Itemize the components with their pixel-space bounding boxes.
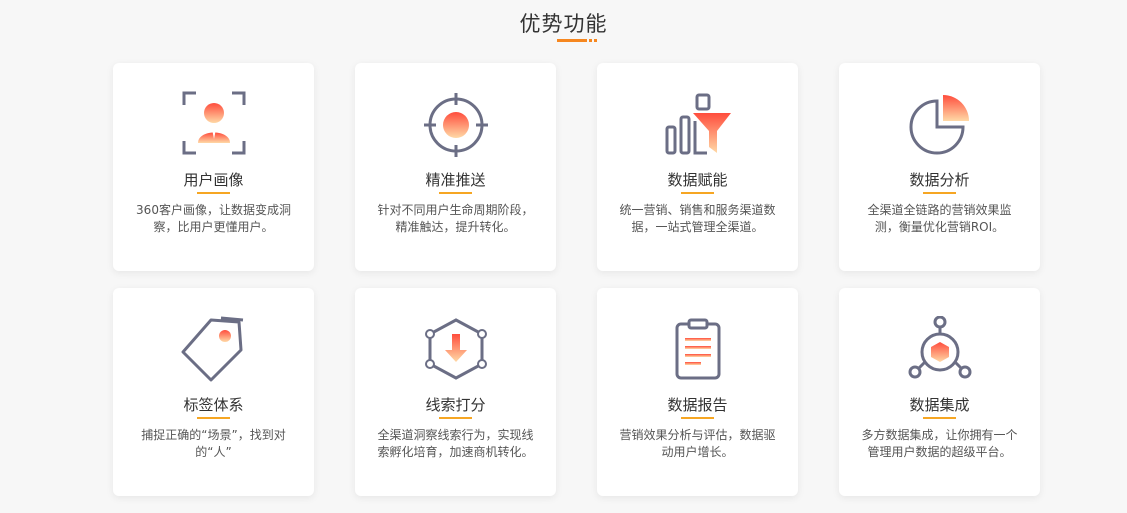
tag-icon — [181, 316, 243, 382]
feature-card-data-empower[interactable]: 数据赋能 统一营销、销售和服务渠道数据，一站式管理全渠道。 — [597, 63, 798, 271]
feature-card-data-analysis[interactable]: 数据分析 全渠道全链路的营销效果监测，衡量优化营销ROI。 — [839, 63, 1040, 271]
feature-card-user-profile[interactable]: 用户画像 360客户画像，让数据变成洞察，比用户更懂用户。 — [113, 63, 314, 271]
card-underline — [439, 417, 472, 419]
feature-card-data-report[interactable]: 数据报告 营销效果分析与评估，数据驱动用户增长。 — [597, 288, 798, 496]
card-title: 数据集成 — [909, 396, 970, 414]
report-clipboard-icon — [675, 318, 720, 380]
card-underline — [197, 192, 230, 194]
card-description: 捕捉正确的“场景”，找到对的“人” — [141, 428, 286, 459]
user-profile-icon — [182, 91, 245, 155]
card-title: 数据报告 — [667, 396, 728, 414]
card-underline — [197, 417, 230, 419]
data-integration-icon — [908, 316, 971, 379]
data-funnel-icon — [665, 93, 731, 155]
card-underline — [439, 192, 472, 194]
card-underline — [923, 192, 956, 194]
card-underline — [923, 417, 956, 419]
title-underline — [557, 39, 597, 43]
target-icon — [423, 93, 488, 157]
card-title: 数据分析 — [909, 171, 970, 189]
card-title: 精准推送 — [425, 171, 486, 189]
card-description: 针对不同用户生命周期阶段，精准触达，提升转化。 — [377, 203, 534, 234]
card-description: 营销效果分析与评估，数据驱动用户增长。 — [619, 428, 776, 459]
card-title: 数据赋能 — [667, 171, 728, 189]
card-title: 线索打分 — [425, 396, 486, 414]
feature-card-data-integration[interactable]: 数据集成 多方数据集成，让你拥有一个管理用户数据的超级平台。 — [839, 288, 1040, 496]
card-description: 360客户画像，让数据变成洞察，比用户更懂用户。 — [136, 203, 291, 234]
card-description: 全渠道洞察线索行为，实现线索孵化培育，加速商机转化。 — [377, 428, 534, 459]
feature-card-tag-system[interactable]: 标签体系 捕捉正确的“场景”，找到对的“人” — [113, 288, 314, 496]
card-title: 标签体系 — [183, 396, 244, 414]
card-title: 用户画像 — [183, 171, 244, 189]
section-title: 优势功能 — [519, 12, 608, 36]
card-underline — [681, 192, 714, 194]
feature-card-lead-scoring[interactable]: 线索打分 全渠道洞察线索行为，实现线索孵化培育，加速商机转化。 — [355, 288, 556, 496]
card-underline — [681, 417, 714, 419]
feature-card-precise-push[interactable]: 精准推送 针对不同用户生命周期阶段，精准触达，提升转化。 — [355, 63, 556, 271]
pie-chart-icon — [909, 95, 969, 155]
card-description: 多方数据集成，让你拥有一个管理用户数据的超级平台。 — [861, 428, 1018, 459]
lead-score-icon — [424, 318, 487, 380]
card-description: 全渠道全链路的营销效果监测，衡量优化营销ROI。 — [867, 203, 1012, 234]
card-description: 统一营销、销售和服务渠道数据，一站式管理全渠道。 — [619, 203, 776, 234]
